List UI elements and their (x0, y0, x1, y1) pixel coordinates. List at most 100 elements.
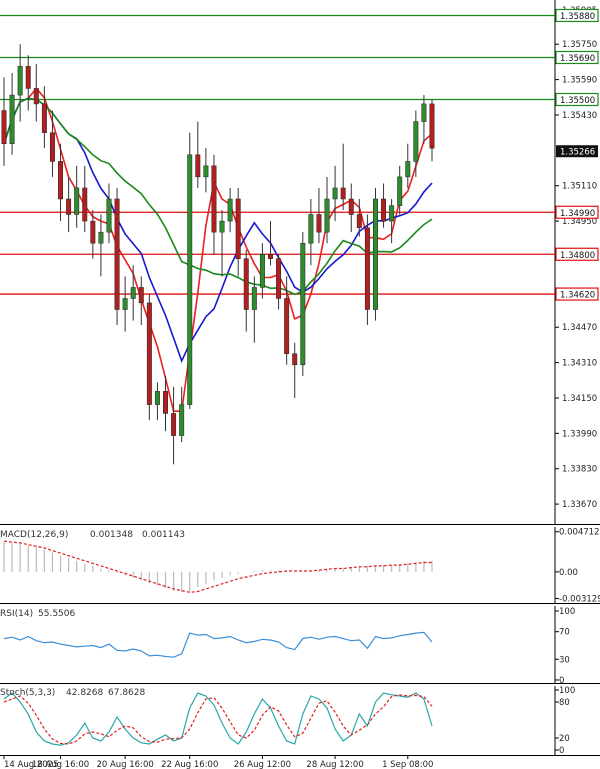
candle-body (324, 198, 330, 233)
candle-body (58, 161, 63, 200)
candle-body (268, 254, 273, 259)
candle (276, 254, 282, 310)
candle (203, 148, 209, 193)
candle-body (163, 391, 168, 414)
candle-body (41, 103, 47, 133)
rsi-line (3, 631, 433, 658)
candle-body (227, 198, 233, 222)
candle (1, 77, 7, 166)
candle (308, 198, 314, 266)
chart-canvas: 1.359051.357501.355901.354301.351101.349… (0, 0, 600, 769)
price-levels (0, 14, 555, 295)
candle (171, 386, 177, 465)
candle-body (373, 198, 378, 310)
candle-body (154, 391, 160, 405)
current-price-label: 1.35266 (560, 148, 595, 158)
rsi-tick-label: 100 (559, 607, 575, 617)
candle-body (348, 198, 354, 215)
y-tick-label: 1.35430 (562, 111, 597, 121)
candle-body (195, 154, 201, 178)
candle-body (179, 404, 185, 436)
candle-body (292, 353, 298, 366)
candle-body (130, 287, 136, 299)
candle (259, 243, 265, 299)
candle (154, 382, 160, 421)
macd-value-1: 0.001348 (90, 530, 133, 540)
y-tick-label: 1.35590 (562, 76, 597, 86)
candle-body (300, 242, 306, 366)
candle (49, 110, 55, 177)
stoch-tick-label: 20 (559, 734, 570, 744)
macd-tick-label: 0.00 (559, 568, 578, 578)
candle (381, 183, 387, 228)
rsi-tick-label: 0 (559, 676, 564, 686)
macd-title: MACD(12,26,9) (0, 530, 68, 540)
candle (348, 183, 354, 233)
y-tick-label: 1.35750 (562, 40, 597, 50)
candle (66, 176, 72, 233)
candle (268, 221, 273, 266)
candle-body (235, 198, 241, 259)
stoch-tick-label: 0 (559, 746, 564, 756)
candle-body (429, 103, 435, 149)
candle (421, 95, 427, 144)
candle-body (74, 187, 80, 215)
candle (25, 55, 31, 111)
candle (219, 210, 225, 277)
candle (33, 64, 39, 122)
x-tick-label: 22 Aug 16:00 (161, 760, 218, 769)
candle-body (413, 121, 419, 162)
x-tick-label: 18 Aug 16:00 (32, 760, 89, 769)
candle-body (397, 176, 403, 206)
candle-body (421, 103, 427, 122)
candle-body (259, 254, 265, 288)
candle (17, 44, 23, 122)
candle-body (122, 298, 128, 310)
candle (316, 187, 322, 244)
stoch-value-1: 42.8268 (66, 688, 103, 698)
price-tags: 1.35880 1.35690 1.35500 1.34990 1.34800 1.346… (555, 8, 599, 301)
candle (405, 143, 411, 188)
candle (235, 187, 241, 277)
rsi-tick-label: 70 (559, 628, 570, 638)
candle (227, 187, 233, 233)
candle (429, 99, 435, 162)
candle (74, 165, 80, 228)
y-tick-label: 1.34310 (562, 359, 597, 369)
time-axis: 14 Aug 202518 Aug 16:00 20 Aug 16:00 22 Au… (3, 755, 433, 769)
candle-body (203, 165, 209, 178)
candle (389, 198, 395, 244)
level-tag-label: 1.35880 (560, 12, 595, 22)
candle-body (284, 298, 290, 355)
y-tick-label: 1.34150 (562, 394, 597, 404)
candle-body (114, 198, 120, 310)
candle-body (340, 187, 346, 200)
candle-body (211, 165, 217, 233)
candle (82, 165, 88, 233)
candle-body (405, 161, 411, 178)
candle-body (251, 287, 257, 310)
candle (187, 132, 193, 410)
candle-body (33, 88, 39, 105)
stoch-value-2: 67.8628 (108, 688, 145, 698)
stoch-k-line (3, 692, 433, 746)
candle (114, 187, 120, 326)
candle (340, 143, 346, 211)
candle-body (25, 66, 31, 89)
candle (195, 121, 201, 188)
level-tag-label: 1.35500 (560, 96, 595, 106)
candle (373, 187, 378, 321)
candle (138, 276, 144, 326)
level-tag-label: 1.34800 (560, 251, 595, 261)
stoch-title: Stoch(5,3,3) (0, 688, 55, 698)
candle-body (90, 220, 96, 244)
candle (251, 276, 257, 343)
candle-body (171, 413, 177, 436)
level-tag-label: 1.34620 (560, 291, 595, 301)
candle (9, 72, 15, 155)
rsi-title: RSI(14) (0, 609, 33, 619)
candle (106, 183, 112, 244)
y-tick-label: 1.34470 (562, 323, 597, 333)
candle-body (17, 66, 23, 96)
level-tag-label: 1.34990 (560, 209, 595, 219)
